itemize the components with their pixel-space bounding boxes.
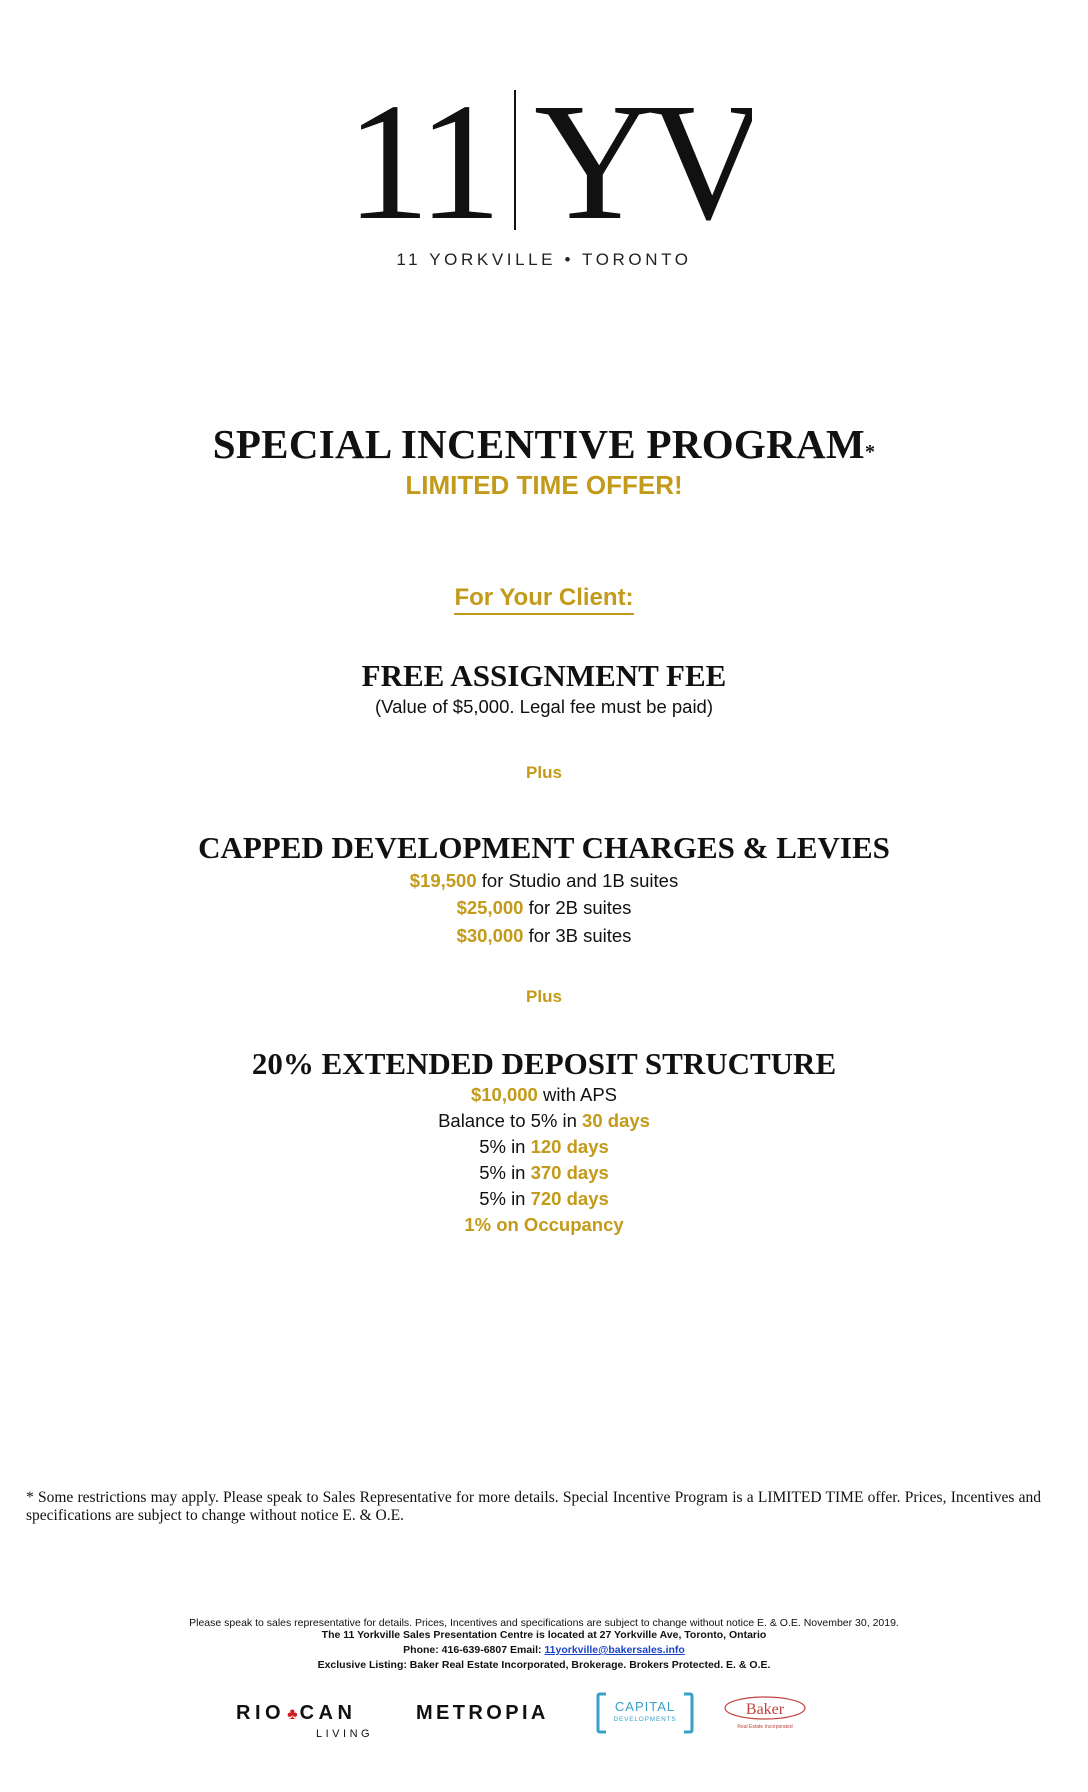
email-link[interactable]: 11yorkville@bakersales.info <box>544 1644 684 1656</box>
deposit-text: 5% in <box>479 1162 531 1183</box>
deposit-text: 5% in <box>479 1136 531 1157</box>
plus-label-1: Plus <box>526 763 562 782</box>
restrictions-footnote: * Some restrictions may apply. Please sp… <box>26 1489 1041 1524</box>
capital-developments-logo: CAPITAL DEVELOPMENTS <box>596 1692 694 1734</box>
capital-text: CAPITAL <box>614 1699 676 1714</box>
deposit-days: 30 days <box>582 1110 650 1131</box>
fine-print-contact: Phone: 416-639-6807 Email: 11yorkville@b… <box>0 1644 1088 1657</box>
logo-divider <box>514 90 516 230</box>
deposit-line-1: $10,000 with APS <box>0 1082 1088 1108</box>
fine-print-phone: Phone: 416-639-6807 Email: <box>403 1644 545 1656</box>
deposit-structure-heading: 20% EXTENDED DEPOSIT STRUCTURE <box>251 1046 837 1081</box>
deposit-text: 5% in <box>479 1188 531 1209</box>
deposit-line-6: 1% on Occupancy <box>0 1212 1088 1238</box>
for-your-client-text: For Your Client: <box>454 584 634 615</box>
baker-logo: Baker Real Estate Incorporated <box>722 1695 808 1731</box>
capped-desc: for 2B suites <box>523 897 632 918</box>
baker-sub-text: Real Estate Incorporated <box>737 1724 793 1730</box>
free-assignment-heading: FREE ASSIGNMENT FEE <box>361 658 727 693</box>
deposit-days: 120 days <box>530 1136 609 1157</box>
capped-item-2: $25,000 for 2B suites <box>0 895 1088 921</box>
deposit-line-4: 5% in 370 days <box>0 1160 1088 1186</box>
deposit-days: 370 days <box>530 1162 609 1183</box>
riocan-living-text: LIVING <box>316 1728 374 1740</box>
logo-subtitle: 11 YORKVILLE • TORONTO <box>396 250 692 269</box>
page-title: SPECIAL INCENTIVE PROGRAM* <box>0 420 1088 468</box>
11yv-logo: 11 YV <box>346 80 752 232</box>
baker-oval-icon: Baker Real Estate Incorporated <box>724 1696 806 1730</box>
limited-offer-label: LIMITED TIME OFFER! <box>405 470 683 500</box>
metropia-logo: METROPIA <box>416 1702 549 1724</box>
assignment-note: (Value of $5,000. Legal fee must be paid… <box>374 696 714 717</box>
logo-right-text: YV <box>534 80 752 232</box>
fine-print-location: The 11 Yorkville Sales Presentation Cent… <box>321 1629 767 1641</box>
deposit-text: with APS <box>537 1084 618 1105</box>
deposit-days: 720 days <box>530 1188 609 1209</box>
capped-amount: $30,000 <box>456 925 524 946</box>
capped-amount: $25,000 <box>456 897 524 918</box>
capped-desc: for Studio and 1B suites <box>476 870 679 891</box>
baker-text: Baker <box>746 1701 785 1718</box>
deposit-occupancy: 1% on Occupancy <box>464 1214 624 1235</box>
deposit-line-2: Balance to 5% in 30 days <box>0 1108 1088 1134</box>
deposit-amount: $10,000 <box>470 1084 538 1105</box>
maple-leaf-icon: ♣ <box>287 1706 298 1723</box>
capped-charges-heading: CAPPED DEVELOPMENT CHARGES & LEVIES <box>198 830 890 865</box>
capped-amount: $19,500 <box>409 870 477 891</box>
riocan-right-text: CAN <box>299 1702 357 1724</box>
page-title-text: SPECIAL INCENTIVE PROGRAM <box>212 421 865 467</box>
deposit-line-3: 5% in 120 days <box>0 1134 1088 1160</box>
plus-label-2: Plus <box>526 987 562 1006</box>
logo-left-text: 11 <box>346 80 496 232</box>
for-your-client-heading: For Your Client: <box>0 584 1088 615</box>
title-asterisk: * <box>864 441 876 463</box>
developments-text: DEVELOPMENTS <box>613 1716 677 1723</box>
capped-desc: for 3B suites <box>523 925 632 946</box>
riocan-left-text: RIO <box>236 1702 286 1724</box>
fine-print-listing: Exclusive Listing: Baker Real Estate Inc… <box>317 1659 771 1671</box>
capped-item-1: $19,500 for Studio and 1B suites <box>0 868 1088 894</box>
capped-item-3: $30,000 for 3B suites <box>0 923 1088 949</box>
deposit-line-5: 5% in 720 days <box>0 1186 1088 1212</box>
deposit-text: Balance to 5% in <box>438 1110 583 1131</box>
riocan-logo: RIO ♣ CAN <box>236 1702 356 1725</box>
